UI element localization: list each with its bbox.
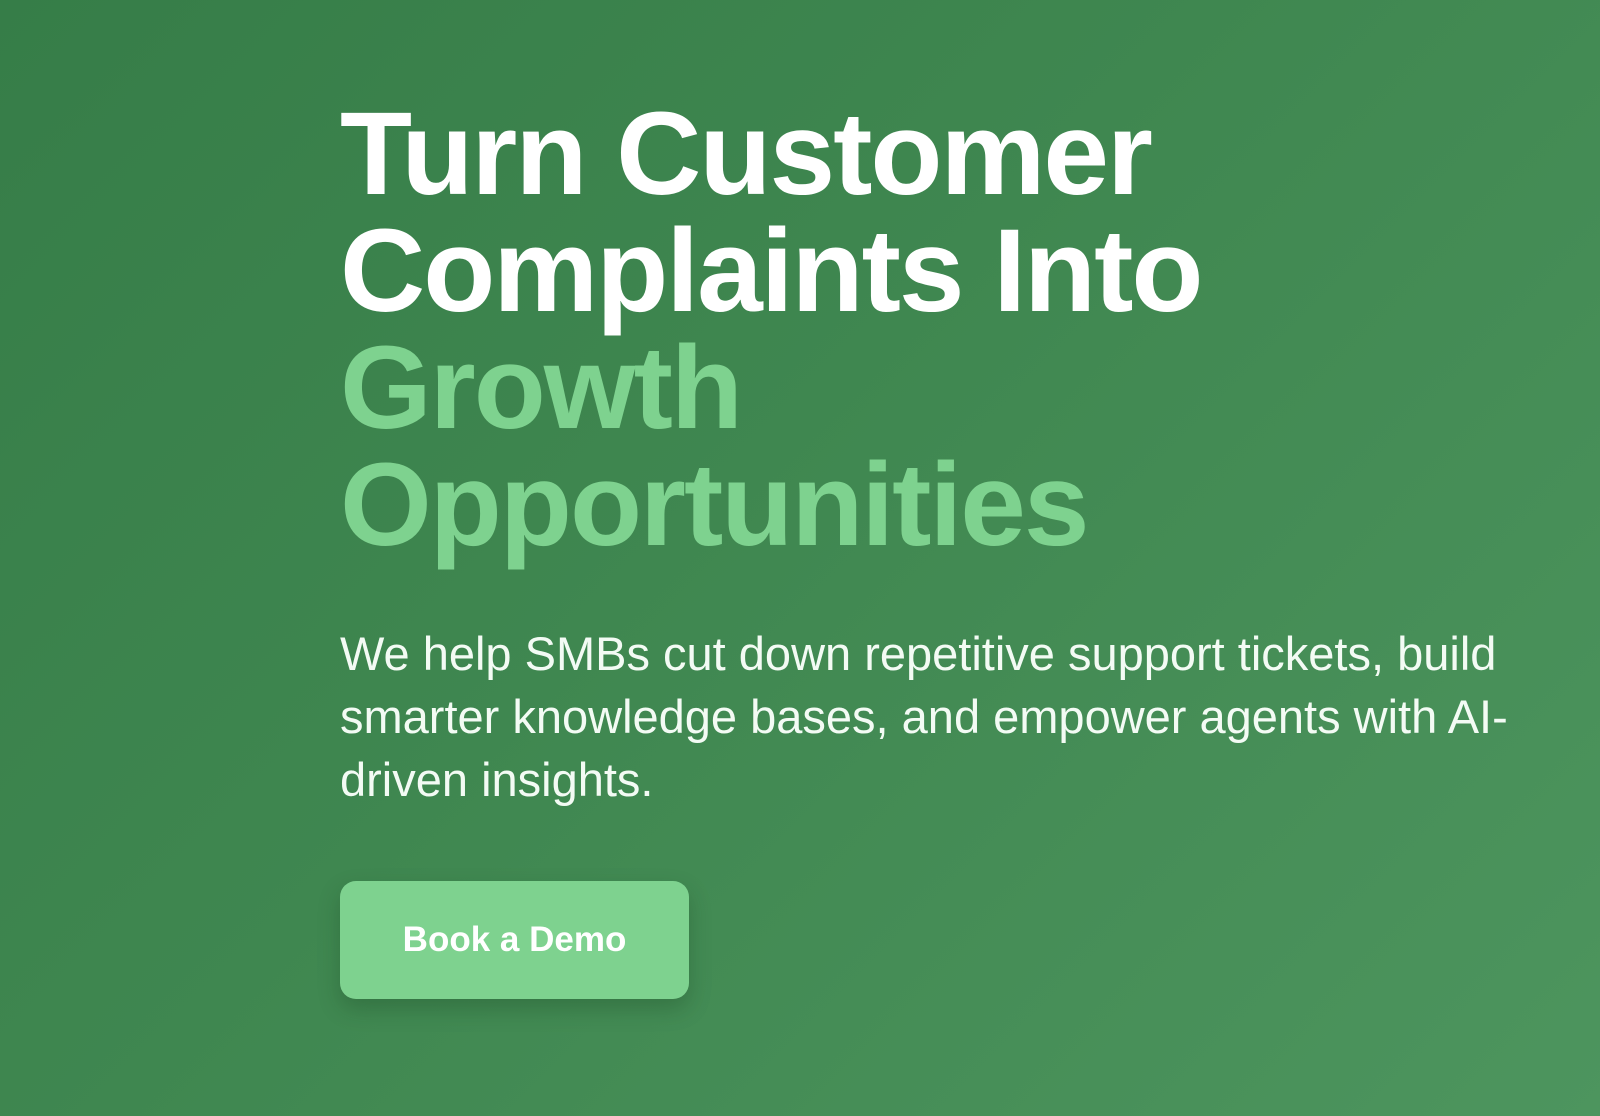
hero-headline: Turn Customer Complaints Into Growth Opp…: [340, 88, 1520, 571]
headline-line-1: Turn Customer: [340, 88, 1153, 220]
headline-accent-line-1: Growth: [340, 322, 743, 454]
hero-section: Turn Customer Complaints Into Growth Opp…: [340, 88, 1520, 999]
hero-subtitle: We help SMBs cut down repetitive support…: [340, 627, 1508, 806]
book-demo-button[interactable]: Book a Demo: [340, 881, 689, 999]
headline-line-2: Complaints Into: [340, 205, 1204, 337]
headline-accent-line-2: Opportunities: [340, 439, 1090, 571]
